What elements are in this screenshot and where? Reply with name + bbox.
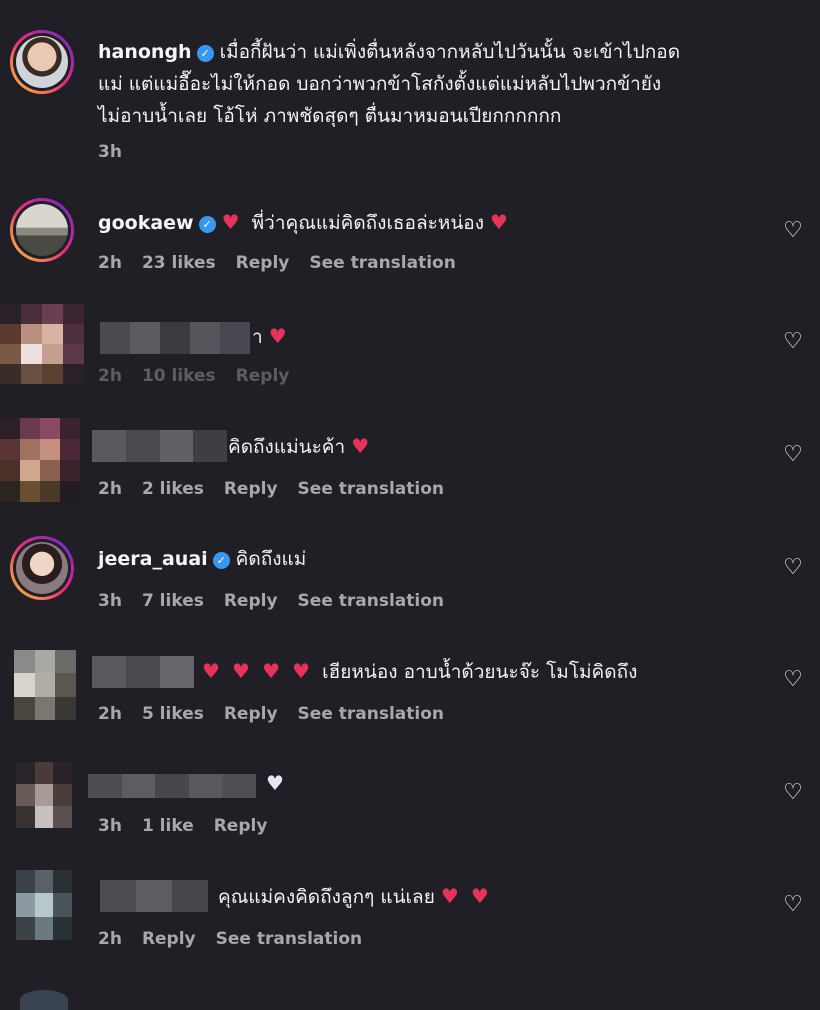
username[interactable]: jeera_auai xyxy=(98,548,208,570)
reply-button[interactable]: Reply xyxy=(224,479,278,499)
timestamp: 3h xyxy=(98,142,122,162)
reply-button[interactable]: Reply xyxy=(236,366,290,386)
reply-button[interactable]: Reply xyxy=(142,929,196,949)
verified-badge-icon: ✓ xyxy=(212,552,230,569)
avatar[interactable] xyxy=(0,418,80,502)
comment-body: gookaew ✓ ♥ พี่ว่าคุณแม่คิดถึงเธอล่ะหน่อง … xyxy=(98,206,758,239)
reply-button[interactable]: Reply xyxy=(224,591,278,611)
blurred-username xyxy=(92,656,194,688)
see-translation-button[interactable]: See translation xyxy=(298,479,444,499)
blurred-username xyxy=(88,774,256,798)
heart-outline-icon[interactable]: ♡ xyxy=(782,331,804,353)
comment-meta: 2h 23 likes Reply See translation xyxy=(98,253,476,273)
verified-badge-icon: ✓ xyxy=(198,216,216,233)
verified-badge-icon: ✓ xyxy=(196,45,214,62)
heart-outline-icon[interactable]: ♡ xyxy=(782,444,804,466)
timestamp: 2h xyxy=(98,479,122,499)
comment-text: คิดถึงแม่นะค้า xyxy=(228,436,346,458)
blurred-username xyxy=(100,322,250,354)
comment-body: jeera_auai ✓ คิดถึงแม่ xyxy=(98,543,306,575)
comment-text: คุณแม่คงคิดถึงลูกๆ แน่เลย xyxy=(218,886,435,908)
comment-meta: 2h 10 likes Reply xyxy=(98,366,309,386)
like-count[interactable]: 10 likes xyxy=(142,366,216,386)
avatar[interactable] xyxy=(10,536,74,600)
heart-outline-icon[interactable]: ♡ xyxy=(782,669,804,691)
see-translation-button[interactable]: See translation xyxy=(309,253,455,273)
comment-text: คิดถึงแม่ xyxy=(235,548,307,570)
blurred-username xyxy=(92,430,227,462)
like-count[interactable]: 1 like xyxy=(142,816,194,836)
comment-body: ♥ ♥ ♥ ♥ เฮียหน่อง อาบน้ำด้วยนะจ๊ะ โมโม่ค… xyxy=(202,655,637,688)
comment-text: เมื่อกี้ฝันว่า แม่เพิ่งตื่นหลังจากหลับไป… xyxy=(219,41,681,63)
comment-meta: 3h 1 like Reply xyxy=(98,816,287,836)
next-avatar-partial xyxy=(20,990,68,1010)
timestamp: 3h xyxy=(98,816,122,836)
comment-text-line3: ไม่อาบน้ำเลย โอ้โห่ ภาพชัดสุดๆ ตื่นมาหมอ… xyxy=(98,105,562,127)
heart-emoji: ♥ xyxy=(351,434,370,458)
reply-button[interactable]: Reply xyxy=(214,816,268,836)
comment-text: เฮียหน่อง อาบน้ำด้วยนะจ๊ะ โมโม่คิดถึง xyxy=(322,661,638,683)
comment-meta: 2h Reply See translation xyxy=(98,929,382,949)
username[interactable]: hanongh xyxy=(98,41,192,63)
see-translation-button[interactable]: See translation xyxy=(298,591,444,611)
comment-meta: 3h xyxy=(98,142,142,162)
like-count[interactable]: 23 likes xyxy=(142,253,216,273)
avatar[interactable] xyxy=(16,870,72,940)
avatar[interactable] xyxy=(14,650,76,720)
heart-emoji: ♥ xyxy=(490,210,508,234)
blurred-username xyxy=(100,880,208,912)
comment-meta: 2h 2 likes Reply See translation xyxy=(98,479,464,499)
timestamp: 2h xyxy=(98,704,122,724)
heart-outline-icon[interactable]: ♡ xyxy=(782,557,804,579)
heart-emoji: ♥ xyxy=(440,884,459,908)
like-count[interactable]: 7 likes xyxy=(142,591,204,611)
comment-meta: 2h 5 likes Reply See translation xyxy=(98,704,464,724)
timestamp: 2h xyxy=(98,366,122,386)
heart-emoji: ♥ xyxy=(470,884,489,908)
timestamp: 3h xyxy=(98,591,122,611)
heart-emoji: ♥ xyxy=(232,659,250,683)
heart-outline-icon[interactable]: ♡ xyxy=(782,894,804,916)
heart-emoji: ♥ xyxy=(268,324,287,348)
white-heart-emoji: ♥ xyxy=(266,771,284,795)
heart-outline-icon[interactable]: ♡ xyxy=(782,782,804,804)
avatar[interactable] xyxy=(0,304,84,384)
avatar[interactable] xyxy=(10,30,74,94)
see-translation-button[interactable]: See translation xyxy=(216,929,362,949)
reply-button[interactable]: Reply xyxy=(224,704,278,724)
comment-body: ♥ xyxy=(266,767,284,800)
comment-body: คิดถึงแม่นะค้า ♥ xyxy=(228,430,369,463)
comment-text: า xyxy=(252,326,263,348)
reply-button[interactable]: Reply xyxy=(236,253,290,273)
heart-emoji: ♥ xyxy=(262,659,280,683)
like-count[interactable]: 2 likes xyxy=(142,479,204,499)
timestamp: 2h xyxy=(98,929,122,949)
like-count[interactable]: 5 likes xyxy=(142,704,204,724)
heart-emoji: ♥ xyxy=(221,210,240,234)
see-translation-button[interactable]: See translation xyxy=(298,704,444,724)
comment-text-line2: แม่ แต่แม่อื๊อะไม่ให้กอด บอกว่าพวกข้าโสก… xyxy=(98,73,662,95)
comment-meta: 3h 7 likes Reply See translation xyxy=(98,591,464,611)
username[interactable]: gookaew xyxy=(98,212,194,234)
comment-body: า ♥ xyxy=(252,320,287,353)
heart-emoji: ♥ xyxy=(292,659,311,683)
heart-outline-icon[interactable]: ♡ xyxy=(782,220,804,242)
timestamp: 2h xyxy=(98,253,122,273)
comment-body: hanongh ✓ เมื่อกี้ฝันว่า แม่เพิ่งตื่นหลังจ… xyxy=(98,36,798,132)
heart-emoji: ♥ xyxy=(202,659,220,683)
avatar[interactable] xyxy=(10,198,74,262)
comment-body: คุณแม่คงคิดถึงลูกๆ แน่เลย ♥ ♥ xyxy=(218,880,489,913)
comment-text: พี่ว่าคุณแม่คิดถึงเธอล่ะหน่อง xyxy=(251,212,484,234)
avatar[interactable] xyxy=(16,762,72,828)
